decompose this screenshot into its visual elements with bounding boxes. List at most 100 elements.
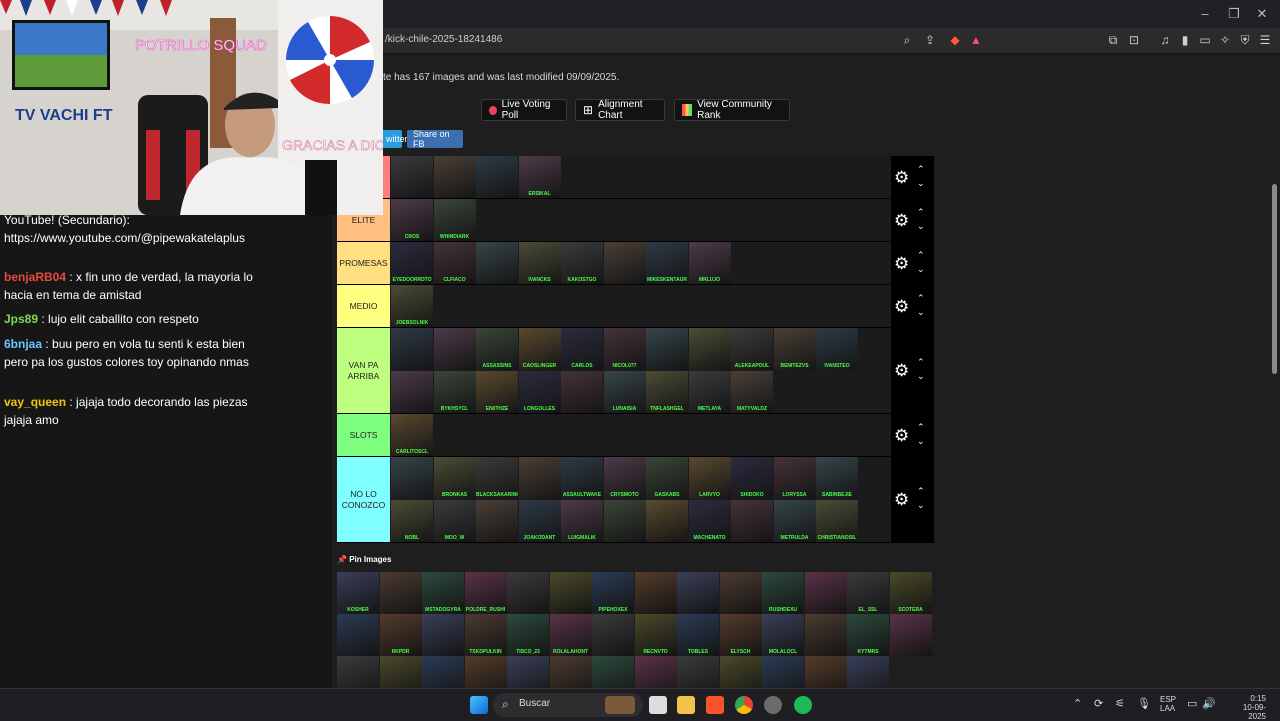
volume-icon[interactable]: 🔊: [1202, 697, 1216, 710]
windows-start-icon[interactable]: [470, 696, 488, 714]
pin-image-tile[interactable]: [507, 572, 549, 614]
move-up-icon[interactable]: ⌃: [917, 487, 925, 496]
tier-image-tile[interactable]: JOAKODANT: [518, 500, 561, 542]
move-up-icon[interactable]: ⌃: [917, 164, 925, 174]
pin-image-tile[interactable]: [464, 656, 507, 688]
pin-image-tile[interactable]: MSTADOGYRA: [422, 572, 464, 614]
share-facebook-button[interactable]: Share on FB: [407, 129, 463, 149]
chrome-icon[interactable]: [735, 696, 753, 714]
tier-image-tile[interactable]: ALEKEAPOUL: [731, 328, 773, 370]
tier-image-tile[interactable]: EN0THZE: [476, 371, 518, 413]
tier-image-tile[interactable]: [603, 242, 646, 284]
pin-image-tile[interactable]: ROLALAHONT: [549, 614, 592, 656]
tier-settings-icon[interactable]: ⚙: [894, 212, 909, 229]
task-view-icon[interactable]: [649, 696, 667, 714]
tier-image-tile[interactable]: [391, 156, 433, 198]
tier-image-tile[interactable]: TNFLASHGEL: [646, 371, 688, 413]
move-down-icon[interactable]: ⌄: [917, 264, 925, 274]
tier-image-tile[interactable]: [603, 500, 646, 542]
tier-image-tile[interactable]: [391, 457, 433, 499]
chat-username[interactable]: 6bnjaa: [4, 337, 42, 351]
chat-username[interactable]: vay_queen: [4, 395, 66, 409]
tier-image-tile[interactable]: [476, 500, 518, 542]
tier-image-tile[interactable]: [476, 242, 518, 284]
tier-label[interactable]: SLOTS: [337, 414, 390, 456]
move-up-icon[interactable]: ⌃: [917, 207, 925, 217]
move-up-icon[interactable]: ⌃: [917, 358, 925, 367]
taskbar-search[interactable]: ⌕ Buscar: [493, 693, 643, 717]
pin-image-tile[interactable]: [634, 572, 677, 614]
tier-settings-icon[interactable]: ⚙: [894, 298, 909, 315]
tier-label[interactable]: VAN PA ARRIBA: [337, 328, 390, 413]
pin-image-tile[interactable]: [719, 572, 762, 614]
sync-icon[interactable]: ⟳: [1094, 697, 1103, 710]
pin-image-tile[interactable]: RKPDR: [379, 614, 422, 656]
move-down-icon[interactable]: ⌄: [917, 178, 925, 188]
pin-image-tile[interactable]: ELYSCH: [719, 614, 762, 656]
tier-image-tile[interactable]: [433, 156, 476, 198]
tier-image-tile[interactable]: NOBL: [391, 500, 433, 542]
pin-image-tile[interactable]: [592, 656, 634, 688]
vpn-icon[interactable]: ⛨: [1238, 33, 1252, 48]
url-text[interactable]: /kick-chile-2025-18241486: [385, 34, 502, 45]
tier-items[interactable]: EYEDOORRDTO CLFIACO IVANCKS KAKOSTGO MIKESKE…: [391, 242, 889, 284]
pin-image-tile[interactable]: [337, 656, 379, 688]
share-twitter-button[interactable]: witter: [380, 130, 408, 148]
rewards-icon[interactable]: ▲: [969, 33, 983, 47]
pin-image-tile[interactable]: RECNVTO: [634, 614, 677, 656]
tier-image-tile[interactable]: CROS: [391, 199, 433, 241]
pin-image-tile[interactable]: [677, 656, 719, 688]
move-down-icon[interactable]: ⌄: [917, 307, 925, 317]
pin-image-tile[interactable]: PIPEHOXEX: [592, 572, 634, 614]
scrollbar-thumb[interactable]: [1272, 184, 1277, 374]
tier-image-tile[interactable]: BYKHSYCL: [433, 371, 476, 413]
tier-image-tile[interactable]: LUNAISIA: [603, 371, 646, 413]
pin-image-tile[interactable]: TISCO_23: [507, 614, 549, 656]
pin-image-tile[interactable]: TOBLES: [677, 614, 719, 656]
tier-image-tile[interactable]: KAKOSTGO: [561, 242, 603, 284]
chat-username[interactable]: benjaRB04: [4, 270, 66, 284]
tier-items[interactable]: ERSIKAL: [391, 156, 889, 198]
sidebar-icon[interactable]: ▮: [1178, 33, 1192, 47]
move-down-icon[interactable]: ⌄: [917, 221, 925, 231]
tier-image-tile[interactable]: [433, 328, 476, 370]
tier-image-tile[interactable]: MIKESKENTAUR: [646, 242, 688, 284]
screenshot-icon[interactable]: ⊡: [1127, 33, 1141, 47]
tier-image-tile[interactable]: CHRISTIANOSIL: [816, 500, 858, 542]
view-community-rank-button[interactable]: View Community Rank: [674, 99, 790, 121]
maximize-button[interactable]: ❐: [1224, 6, 1244, 22]
pin-image-tile[interactable]: [634, 656, 677, 688]
tier-image-tile[interactable]: MATYVALDZ: [731, 371, 773, 413]
pin-image-tile[interactable]: RUSHDEXU: [762, 572, 804, 614]
tier-image-tile[interactable]: [688, 328, 731, 370]
extensions-icon[interactable]: ⧉: [1106, 33, 1120, 48]
menu-icon[interactable]: ☰: [1258, 33, 1272, 47]
tier-settings-icon[interactable]: ⚙: [894, 362, 909, 379]
pin-image-tile[interactable]: [847, 656, 889, 688]
tier-image-tile[interactable]: IVANSTEO: [816, 328, 858, 370]
pin-image-tile[interactable]: EL_SSL: [847, 572, 889, 614]
microphone-icon[interactable]: 🎙: [1137, 697, 1151, 710]
pin-image-tile[interactable]: TSKDPULKIN: [464, 614, 507, 656]
pin-image-tile[interactable]: ZONADRWN: [507, 656, 549, 688]
tier-image-tile[interactable]: LORYSSA: [773, 457, 816, 499]
tier-image-tile[interactable]: EYEDOORRDTO: [391, 242, 433, 284]
alignment-chart-button[interactable]: ⊞ Alignment Chart: [575, 99, 665, 121]
minimize-button[interactable]: –: [1195, 6, 1215, 21]
tier-image-tile[interactable]: MACHENATO: [688, 500, 731, 542]
pin-image-tile[interactable]: [889, 614, 932, 656]
pin-image-tile[interactable]: YOUNGLIZZY: [422, 656, 464, 688]
tier-image-tile[interactable]: [518, 457, 561, 499]
tier-items[interactable]: JOEBSOLNIK: [391, 285, 889, 327]
tier-image-tile[interactable]: WHINDIARK: [433, 199, 476, 241]
chat-username[interactable]: Jps89: [4, 312, 38, 326]
tier-image-tile[interactable]: CARLOS: [561, 328, 603, 370]
move-up-icon[interactable]: ⌃: [917, 422, 925, 432]
pin-image-tile[interactable]: [379, 656, 422, 688]
pin-image-tile[interactable]: KOSHER: [337, 572, 379, 614]
brave-browser-icon[interactable]: [706, 696, 724, 714]
move-down-icon[interactable]: ⌄: [917, 436, 925, 446]
tier-items[interactable]: CROS WHINDIARK: [391, 199, 889, 241]
tier-image-tile[interactable]: METLAYA: [688, 371, 731, 413]
pin-image-tile[interactable]: [762, 656, 804, 688]
